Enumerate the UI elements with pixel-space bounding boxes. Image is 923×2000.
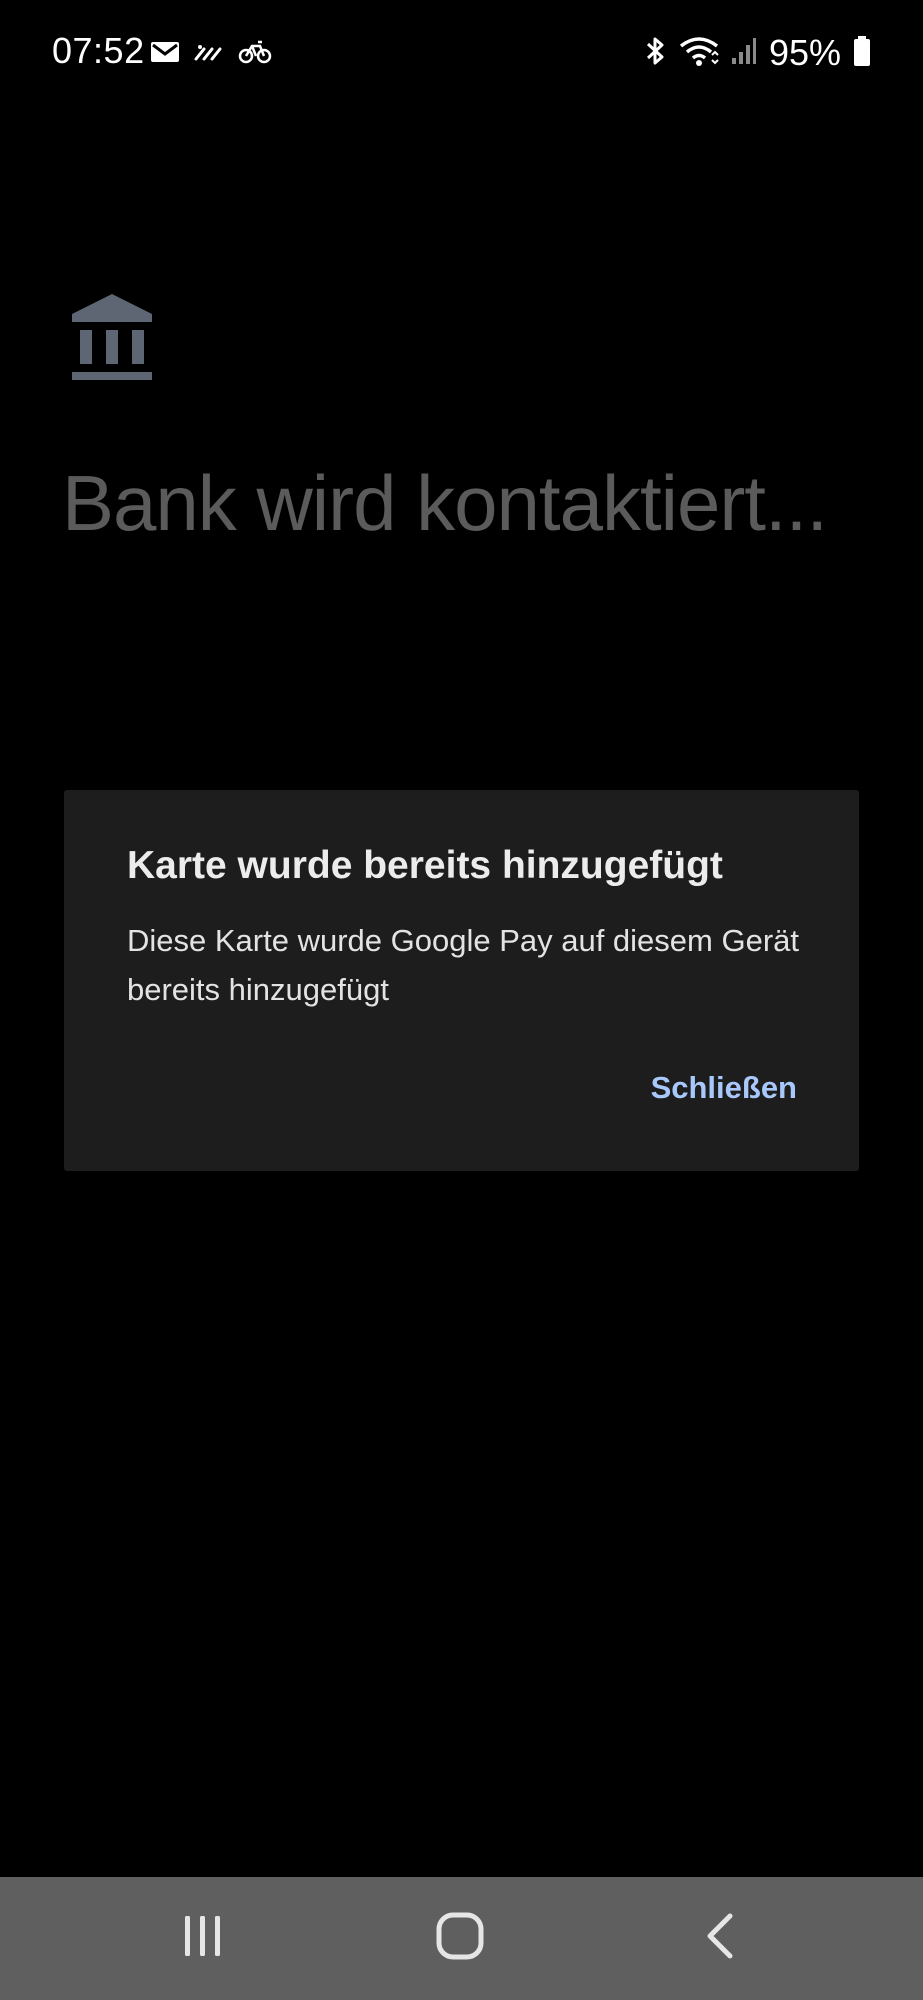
bank-icon <box>70 292 154 382</box>
dialog-message: Diese Karte wurde Google Pay auf diesem … <box>127 923 800 1007</box>
loading-title: Bank wird kontaktiert... <box>62 459 828 547</box>
card-already-added-dialog: Karte wurde bereits hinzugefügt Diese Ka… <box>64 790 859 1171</box>
close-button[interactable]: Schließen <box>651 1070 797 1106</box>
bluetooth-icon <box>645 35 667 72</box>
recents-button[interactable] <box>143 1877 263 2000</box>
status-left-icons <box>150 40 272 69</box>
bicycle-icon <box>238 40 272 69</box>
home-button[interactable] <box>400 1877 520 2000</box>
status-right-icons: 95% <box>645 32 871 74</box>
recents-icon <box>181 1914 225 1963</box>
navigation-bar <box>0 1877 923 2000</box>
email-icon <box>150 40 180 69</box>
signal-waves-icon <box>194 41 224 68</box>
battery-icon <box>853 35 871 72</box>
home-icon <box>436 1912 484 1965</box>
battery-percent: 95% <box>768 32 841 73</box>
wifi-icon <box>679 35 719 72</box>
status-time: 07:52 <box>52 30 145 71</box>
status-bar: 07:52 95% <box>0 0 923 110</box>
back-button[interactable] <box>660 1877 780 2000</box>
cell-signal-icon <box>731 36 757 71</box>
back-icon <box>705 1913 735 1964</box>
dialog-title: Karte wurde bereits hinzugefügt <box>127 844 723 887</box>
